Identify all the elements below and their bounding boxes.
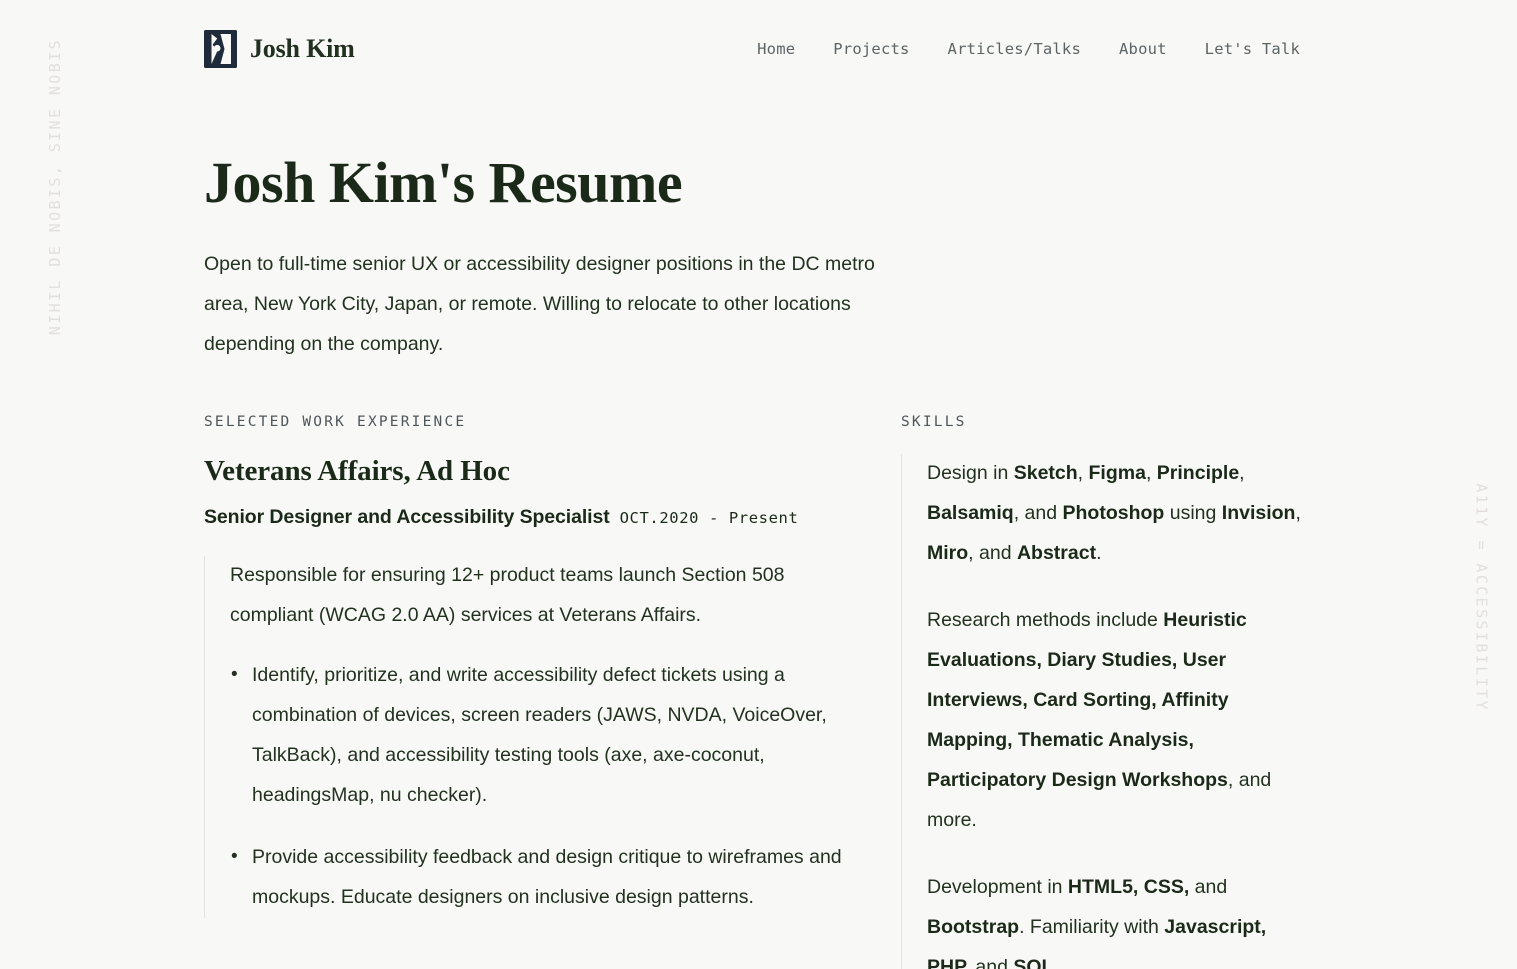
skills-text: Development in [927,875,1068,898]
skill-term: Balsamiq [927,501,1014,524]
skills-text: . [1053,955,1059,969]
page-title: Josh Kim's Resume [204,150,683,215]
nav-item-articles-talks[interactable]: Articles/Talks [948,34,1081,64]
skills-text: , and [968,541,1017,564]
left-vertical-motto: NIHIL DE NOBIS, SINE NOBIS [46,38,64,335]
skills-text: and [1189,875,1228,898]
skill-term: Principle [1156,462,1240,484]
brand-home-link[interactable]: Josh Kim [204,30,355,68]
skill-term: Sketch [1013,462,1078,484]
right-vertical-motto: A11Y = ACCESSIBILITY [1473,483,1491,712]
job-dates: OCT.2020 - Present [619,508,799,527]
skill-term: Bootstrap [927,915,1020,938]
skill-term: Photoshop [1062,501,1165,524]
job-summary: Responsible for ensuring 12+ product tea… [230,563,785,626]
hero-intro-paragraph: Open to full-time senior UX or accessibi… [204,252,875,355]
skills-column: SKILLS Design in Sketch, Figma, Principl… [901,414,1314,969]
skill-term: HTML5, CSS, [1067,875,1190,898]
resume-page: NIHIL DE NOBIS, SINE NOBIS A11Y = ACCESS… [0,0,1517,969]
skills-paragraph: Development in HTML5, CSS, and Bootstrap… [927,868,1314,969]
skills-body: Design in Sketch, Figma, Principle, Bals… [901,454,1314,969]
job-bullet-list: Identify, prioritize, and write accessib… [230,656,901,918]
skills-paragraph: Research methods include Heuristic Evalu… [927,601,1314,841]
job-role-title: Senior Designer and Accessibility Specia… [204,505,610,528]
skills-text: , [1145,462,1157,484]
skill-term: Miro [927,541,969,564]
hero-section: Josh Kim's Resume Open to full-time seni… [204,150,964,365]
skill-term: Invision [1221,501,1296,524]
skill-term: Figma [1088,462,1146,484]
left-motto-text: NIHIL DE NOBIS, SINE NOBIS [46,38,64,336]
job-organization: Veterans Affairs, Ad Hoc [204,455,510,487]
nav-item-lets-talk[interactable]: Let's Talk [1205,34,1300,64]
work-experience-column: SELECTED WORK EXPERIENCE Veterans Affair… [204,414,901,969]
job-role-line: Senior Designer and Accessibility Specia… [204,506,901,529]
job-bullet: Provide accessibility feedback and desig… [231,838,852,918]
main-navigation: Home Projects Articles/Talks About Let's… [757,34,1300,64]
josh-kim-monogram-icon [204,30,237,68]
skills-text: . Familiarity with [1019,915,1165,938]
skill-term: Abstract [1016,541,1097,564]
skills-text: , [1295,501,1301,524]
skills-text: , [1239,462,1245,484]
section-label-skills: SKILLS [901,414,967,430]
skills-text: using [1164,501,1222,524]
skill-term: Heuristic Evaluations, Diary Studies, Us… [927,608,1247,791]
brand-name: Josh Kim [250,34,355,63]
site-header: Josh Kim Home Projects Articles/Talks Ab… [204,24,1300,74]
content-columns: SELECTED WORK EXPERIENCE Veterans Affair… [204,414,1314,969]
skills-text: Research methods include [927,608,1164,631]
job-body: Responsible for ensuring 12+ product tea… [204,555,901,918]
skills-paragraph: Design in Sketch, Figma, Principle, Bals… [927,454,1314,574]
skills-text: . [1096,541,1102,564]
skills-text: and [970,955,1014,969]
nav-item-about[interactable]: About [1119,34,1167,64]
nav-item-projects[interactable]: Projects [833,34,909,64]
right-motto-text: A11Y = ACCESSIBILITY [1473,483,1491,712]
skills-text: , [1077,462,1089,484]
job-entry: Veterans Affairs, Ad Hoc Senior Designer… [204,454,901,918]
nav-item-home[interactable]: Home [757,34,795,64]
skills-text: , and [1013,501,1063,524]
section-label-work-experience: SELECTED WORK EXPERIENCE [204,414,467,430]
job-bullet: Identify, prioritize, and write accessib… [231,656,852,816]
skill-term: SQL [1013,955,1054,969]
skills-text: Design in [927,462,1014,484]
